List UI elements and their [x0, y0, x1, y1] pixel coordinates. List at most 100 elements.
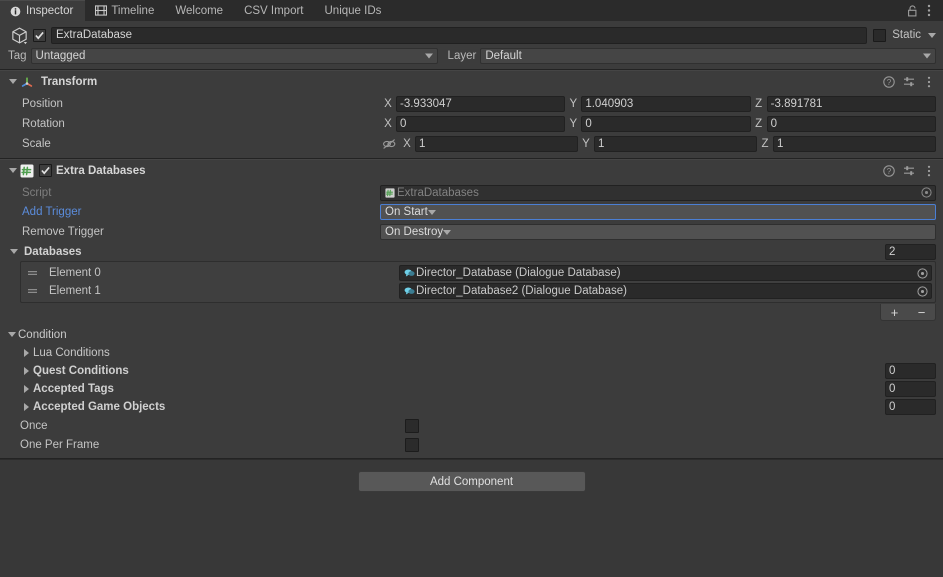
- add-trigger-dropdown[interactable]: On Start: [380, 204, 936, 220]
- rotation-z-input[interactable]: 0: [766, 116, 936, 132]
- position-x-input[interactable]: -3.933047: [396, 96, 566, 112]
- add-trigger-label[interactable]: Add Trigger: [0, 206, 380, 218]
- tab-label: Unique IDs: [324, 4, 382, 17]
- position-x: X -3.933047: [380, 96, 566, 112]
- layer-dropdown[interactable]: Default: [480, 48, 936, 64]
- tag-dropdown[interactable]: Untagged: [30, 48, 438, 64]
- cs-script-icon: [19, 163, 34, 178]
- position-z-input[interactable]: -3.891781: [766, 96, 936, 112]
- script-object-field: ExtraDatabases: [380, 184, 936, 201]
- cube-icon[interactable]: [8, 25, 30, 45]
- static-dropdown-icon[interactable]: [928, 32, 936, 38]
- accepted-tags-size-input[interactable]: 0: [885, 381, 936, 397]
- databases-foldout-icon: [10, 249, 18, 254]
- element-1-object-field[interactable]: Director_Database2 (Dialogue Database): [399, 283, 932, 299]
- one-per-frame-checkbox[interactable]: [405, 437, 419, 452]
- quest-conditions-size-input[interactable]: 0: [885, 363, 936, 379]
- help-icon[interactable]: ?: [882, 74, 896, 90]
- kebab-menu-icon[interactable]: [922, 74, 936, 90]
- chevron-down-icon: [427, 209, 436, 215]
- add-component-button[interactable]: Add Component: [357, 471, 586, 492]
- rotation-z: Z 0: [751, 116, 936, 132]
- rotation-z-value: 0: [770, 118, 778, 130]
- transform-axis-icon: [19, 74, 34, 89]
- tab-bar-controls: [905, 0, 943, 21]
- accepted-game-objects-count: 0: [889, 401, 896, 413]
- object-picker-icon[interactable]: [919, 186, 933, 200]
- axis-label-x: X: [384, 98, 392, 110]
- gameobject-enabled-checkbox[interactable]: [33, 28, 46, 42]
- accepted-tags-row[interactable]: Accepted Tags 0: [0, 380, 943, 398]
- rotation-y-input[interactable]: 0: [581, 116, 751, 132]
- kebab-menu-icon[interactable]: [922, 163, 936, 179]
- scale-y-value: 1: [598, 138, 605, 150]
- gameobject-name-input[interactable]: ExtraDatabase: [51, 26, 868, 44]
- preset-icon[interactable]: [902, 163, 916, 179]
- lua-conditions-foldout[interactable]: Lua Conditions: [0, 347, 380, 359]
- position-y-input[interactable]: 1.040903: [581, 96, 751, 112]
- list-item[interactable]: Element 1 Director_Database2 (Dialogue D…: [21, 282, 935, 300]
- object-picker-icon[interactable]: [915, 266, 929, 280]
- transform-body: Position X -3.933047 Y 1.040903 Z -3.891…: [0, 92, 943, 158]
- dialogue-database-icon: [403, 285, 415, 297]
- condition-foldout-row[interactable]: Condition: [0, 325, 943, 344]
- scale-label: Scale: [22, 138, 51, 150]
- constrain-proportions-icon[interactable]: [380, 136, 398, 152]
- object-picker-icon[interactable]: [915, 284, 929, 298]
- scale-z-input[interactable]: 1: [773, 136, 936, 152]
- list-item[interactable]: Element 0 Director_Database (Dialogue Da…: [21, 264, 935, 282]
- position-vector3: X -3.933047 Y 1.040903 Z -3.891781: [380, 96, 936, 112]
- tab-csv-import[interactable]: CSV Import: [235, 0, 315, 21]
- element-0-object-field[interactable]: Director_Database (Dialogue Database): [399, 265, 932, 281]
- static-toggle-group: Static: [873, 28, 936, 42]
- remove-trigger-dropdown[interactable]: On Destroy: [380, 224, 936, 240]
- help-icon[interactable]: ?: [882, 163, 896, 179]
- lua-conditions-label: Lua Conditions: [33, 347, 110, 359]
- accepted-tags-foldout[interactable]: Accepted Tags: [0, 383, 380, 395]
- transform-header[interactable]: Transform ?: [0, 71, 943, 92]
- quest-conditions-row[interactable]: Quest Conditions 0: [0, 362, 943, 380]
- once-row: Once: [0, 416, 943, 435]
- rotation-x-input[interactable]: 0: [396, 116, 566, 132]
- scale-y-input[interactable]: 1: [594, 136, 757, 152]
- databases-header-row: Databases 2: [0, 242, 943, 261]
- extra-databases-foldout-icon[interactable]: [6, 164, 19, 177]
- axis-label-z: Z: [761, 138, 769, 150]
- remove-element-button[interactable]: −: [910, 305, 934, 320]
- accepted-game-objects-row[interactable]: Accepted Game Objects 0: [0, 398, 943, 416]
- quest-conditions-foldout[interactable]: Quest Conditions: [0, 365, 380, 377]
- tab-inspector[interactable]: Inspector: [0, 0, 86, 21]
- preset-icon[interactable]: [902, 74, 916, 90]
- tab-label: Welcome: [175, 4, 224, 17]
- lua-conditions-row[interactable]: Lua Conditions: [0, 344, 943, 362]
- databases-size-input[interactable]: 2: [885, 243, 936, 260]
- tab-timeline[interactable]: Timeline: [85, 0, 166, 21]
- accepted-game-objects-foldout[interactable]: Accepted Game Objects: [0, 401, 380, 413]
- accepted-game-objects-size-input[interactable]: 0: [885, 399, 936, 415]
- tab-label: Timeline: [111, 4, 155, 17]
- databases-foldout[interactable]: Databases: [0, 246, 82, 258]
- databases-size-value: 2: [889, 245, 896, 258]
- extra-databases-enabled-checkbox[interactable]: [39, 164, 52, 177]
- once-checkbox[interactable]: [405, 418, 419, 433]
- gameobject-tag-layer-row: Tag Untagged Layer Default: [0, 45, 943, 65]
- condition-foldout-icon: [8, 332, 16, 337]
- transform-foldout-icon[interactable]: [6, 75, 19, 88]
- transform-title: Transform: [41, 75, 98, 88]
- script-row: Script ExtraDatabases: [0, 183, 943, 202]
- position-x-value: -3.933047: [400, 98, 452, 110]
- static-checkbox[interactable]: [873, 28, 887, 42]
- extra-databases-header[interactable]: Extra Databases ?: [0, 160, 943, 181]
- tab-unique-ids[interactable]: Unique IDs: [316, 0, 394, 21]
- quest-conditions-count: 0: [889, 365, 896, 377]
- rotation-y-value: 0: [585, 118, 592, 130]
- film-icon: [94, 4, 107, 17]
- kebab-menu-icon[interactable]: [922, 3, 936, 19]
- drag-handle-icon[interactable]: [25, 266, 39, 280]
- tab-welcome[interactable]: Welcome: [166, 0, 235, 21]
- drag-handle-icon[interactable]: [25, 284, 39, 298]
- scale-x-input[interactable]: 1: [415, 136, 578, 152]
- add-element-button[interactable]: +: [883, 305, 907, 320]
- transform-scale-row: Scale X 1 Y 1 Z 1: [0, 134, 943, 154]
- lock-icon[interactable]: [905, 3, 919, 19]
